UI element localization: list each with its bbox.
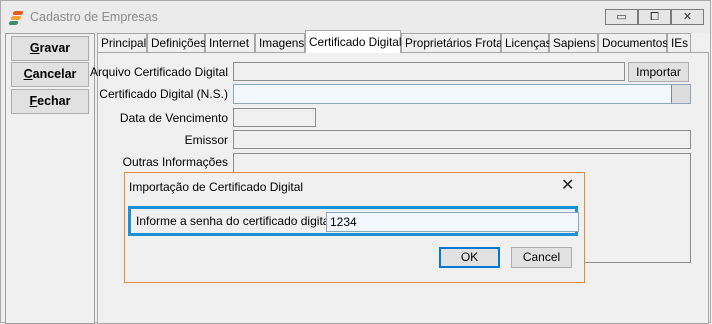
fechar-button[interactable]: Fechar xyxy=(11,89,89,114)
window-title: Cadastro de Empresas xyxy=(30,10,158,24)
ok-button[interactable]: OK xyxy=(439,247,500,268)
gravar-label: ravar xyxy=(39,41,71,55)
dialog-close-icon[interactable]: ✕ xyxy=(561,178,574,194)
cancelar-label: ancelar xyxy=(32,67,77,81)
ns-lookup-button[interactable] xyxy=(671,85,690,103)
minimize-icon: ▭ xyxy=(616,11,627,23)
ns-input[interactable] xyxy=(233,84,691,104)
restore-icon: ⧠ xyxy=(650,11,659,23)
app-logo-icon xyxy=(8,11,24,25)
vencimento-input[interactable] xyxy=(233,108,316,127)
emissor-input[interactable] xyxy=(233,130,691,149)
gravar-accel: G xyxy=(29,41,40,55)
cancelar-accel: C xyxy=(23,67,33,81)
gravar-button[interactable]: Gravar xyxy=(11,36,89,61)
tab-ies[interactable]: IEs xyxy=(667,33,691,53)
importar-button[interactable]: Importar xyxy=(628,62,689,82)
outras-label: Outras Informações xyxy=(122,155,228,169)
dialog-title: Importação de Certificado Digital xyxy=(129,180,304,194)
main-window: Cadastro de Empresas ▭ ⧠ ✕ Gravar Cancel… xyxy=(0,0,711,324)
tab-sapiens[interactable]: Sapiens xyxy=(549,33,598,53)
import-certificate-dialog: Importação de Certificado Digital ✕ Info… xyxy=(124,172,585,283)
tab-principal[interactable]: Principal xyxy=(97,33,147,53)
password-prompt-label: Informe a senha do certificado digital: xyxy=(136,214,336,228)
vencimento-label: Data de Vencimento xyxy=(119,111,228,125)
emissor-label: Emissor xyxy=(184,133,228,147)
restore-button[interactable]: ⧠ xyxy=(638,9,671,25)
action-panel: Gravar Cancelar Fechar xyxy=(5,33,95,324)
tab-documentos[interactable]: Documentos xyxy=(598,33,668,53)
tab-definicoes[interactable]: Definições xyxy=(147,33,206,53)
arquivo-label: Arquivo Certificado Digital xyxy=(89,65,228,79)
title-bar: Cadastro de Empresas ▭ ⧠ ✕ xyxy=(1,1,710,33)
close-window-button[interactable]: ✕ xyxy=(671,9,704,25)
close-icon: ✕ xyxy=(682,11,693,23)
password-prompt-highlight: Informe a senha do certificado digital: … xyxy=(128,206,579,236)
tab-internet[interactable]: Internet xyxy=(205,33,255,53)
minimize-button[interactable]: ▭ xyxy=(605,9,638,25)
cancel-button[interactable]: Cancel xyxy=(511,247,572,268)
tab-certificado-digital[interactable]: Certificado Digital xyxy=(305,30,401,53)
password-input[interactable]: 1234 xyxy=(326,212,579,232)
cancelar-button[interactable]: Cancelar xyxy=(11,62,89,87)
tab-imagens[interactable]: Imagens xyxy=(255,33,305,53)
fechar-label: echar xyxy=(37,94,71,108)
arquivo-input[interactable] xyxy=(233,62,625,81)
tab-proprietarios-frota[interactable]: Proprietários Frota xyxy=(401,33,503,53)
ns-label: Certificado Digital (N.S.) xyxy=(99,87,228,101)
tab-licencas[interactable]: Licenças xyxy=(501,33,552,53)
fechar-accel: F xyxy=(29,94,38,108)
